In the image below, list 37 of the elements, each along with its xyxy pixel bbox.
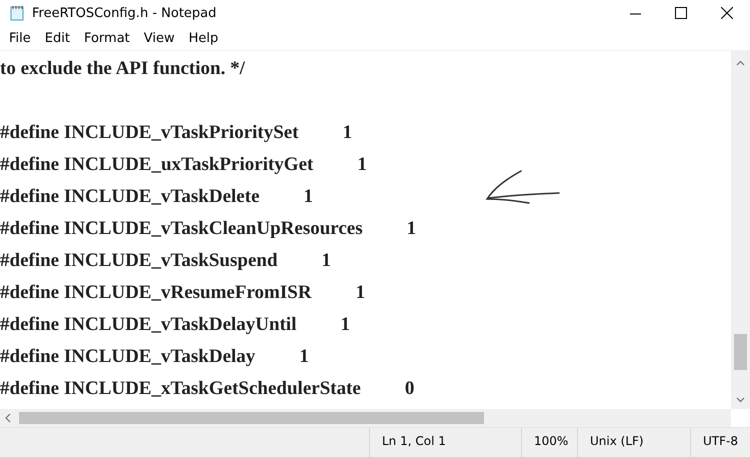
code-value: 1 [357,154,367,176]
code-value: 0 [404,378,414,400]
code-line: #define INCLUDE_vTaskCleanUpResources [0,218,363,240]
vertical-scrollbar[interactable] [731,51,750,409]
scrollbar-thumb[interactable] [734,334,747,370]
menu-item[interactable]: Help [182,30,226,46]
close-icon [721,7,733,19]
code-line: #define INCLUDE_uxTaskPriorityGet [0,154,314,176]
menu-item[interactable]: View [136,30,182,46]
code-value: 1 [342,122,352,144]
code-line: #define INCLUDE_vResumeFromISR [0,282,312,304]
code-line: #define INCLUDE_vTaskPrioritySet [0,122,299,144]
maximize-icon [675,7,687,19]
code-comment: to exclude the API function. */ [0,58,245,80]
code-line: #define INCLUDE_vTaskSuspend [0,250,278,272]
status-field: UTF-8 [690,428,750,457]
status-field: 100% [521,428,577,457]
chevron-left-icon [4,413,12,423]
code-value: 1 [406,218,416,240]
code-line: #define INCLUDE_vTaskDelete [0,186,260,208]
code-value: 1 [304,186,313,208]
menu-item[interactable]: Format [76,30,137,46]
code-value: 1 [340,314,350,336]
status-field: Unix (LF) [577,428,690,457]
code-line: #define INCLUDE_xTaskGetSchedulerState [0,378,361,400]
status-field: Ln 1, Col 1 [369,428,521,457]
code-value: 1 [299,346,309,368]
menu-item[interactable]: Edit [38,30,77,46]
scrollbar-thumb[interactable] [19,412,484,424]
notepad-icon [10,5,24,21]
window-title: FreeRTOSConfig.h - Notepad [32,6,218,20]
code-value: 1 [322,250,332,272]
code-line: #define INCLUDE_vTaskDelay [0,346,256,368]
code-line: #define INCLUDE_vTaskDelayUntil [0,314,296,336]
menu-item[interactable]: File [2,30,38,46]
horizontal-scrollbar[interactable] [0,409,731,427]
code-value: 1 [356,282,366,304]
